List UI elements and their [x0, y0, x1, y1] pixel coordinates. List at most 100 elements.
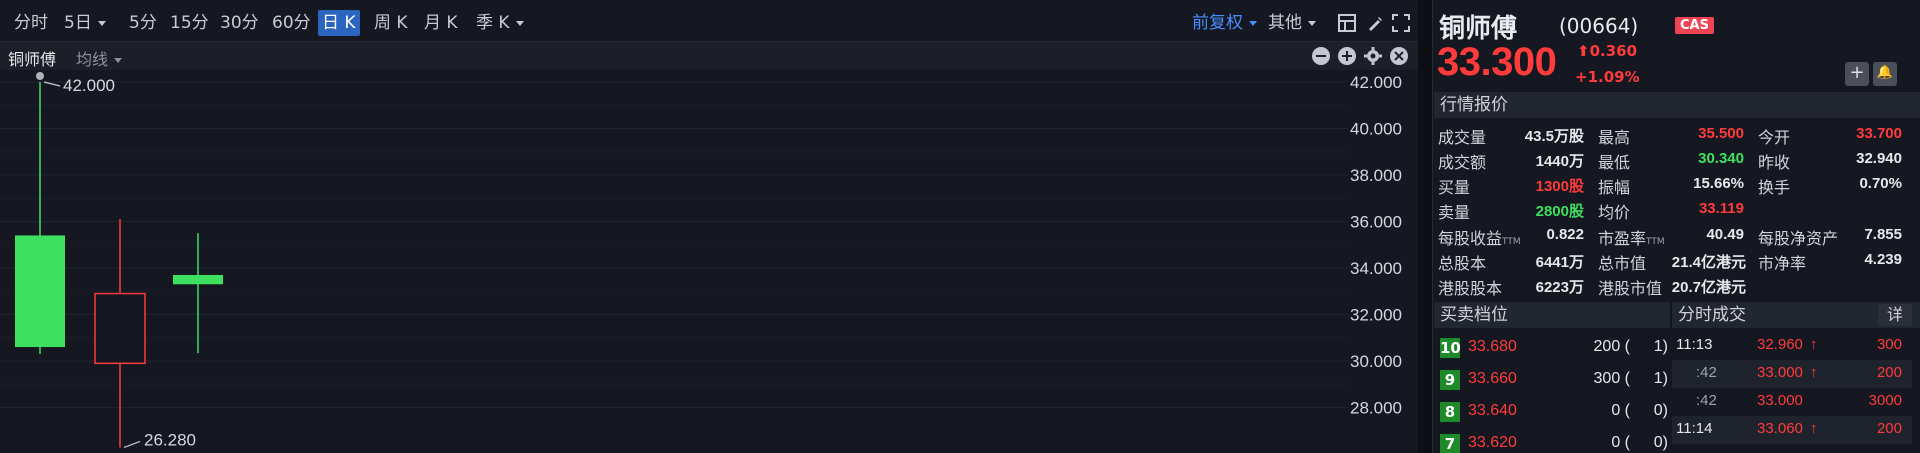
zoom-out-icon[interactable] [1312, 47, 1330, 65]
period-30min[interactable]: 30分 [216, 10, 263, 36]
bell-alert-icon[interactable]: 🔔 [1873, 62, 1897, 86]
y-tick-label: 38.000 [1350, 166, 1402, 185]
level-badge: 7 [1440, 434, 1460, 453]
quote-value: 21.4亿港元 [1671, 254, 1746, 271]
tick-price: 33.000 [1757, 364, 1803, 381]
quote-value: 1300股 [1535, 178, 1584, 195]
grid-layout-icon[interactable] [1338, 14, 1356, 32]
candlestick-chart: 42.000 40.000 38.000 36.000 34.000 32.000 30.0… [0, 72, 1402, 449]
period-toolbar: 分时 5日 5分 15分 30分 60分 日 K 周 K 月 K 季 K 前复权… [0, 0, 1418, 42]
gear-icon[interactable] [1364, 47, 1382, 65]
section-quote-header: 行情报价 [1434, 92, 1920, 118]
low-arrow [123, 440, 141, 449]
period-quarter-k[interactable]: 季 K [472, 10, 528, 36]
period-month-k[interactable]: 月 K [420, 10, 462, 36]
quote-value: 6441万 [1535, 254, 1584, 271]
quote-label: 成交量 [1438, 128, 1487, 147]
y-tick-label: 32.000 [1350, 306, 1402, 325]
tick-volume: 200 [1876, 420, 1902, 437]
arrow-up-icon: ⬆ [1577, 42, 1590, 60]
quote-value: 40.49 [1706, 226, 1744, 243]
y-tick-label: 28.000 [1350, 399, 1402, 418]
period-15min[interactable]: 15分 [166, 10, 213, 36]
quote-value: 15.66% [1693, 175, 1744, 192]
ask-price: 33.620 [1468, 434, 1517, 451]
chart-grid [0, 81, 1348, 408]
y-tick-label: 40.000 [1350, 120, 1402, 139]
ask-price: 33.660 [1468, 370, 1517, 387]
ask-price: 33.640 [1468, 402, 1517, 419]
quote-value: 33.119 [1698, 200, 1744, 217]
tick-price: 33.000 [1757, 392, 1803, 409]
change-amount: ⬆0.360 [1577, 42, 1638, 60]
tick-volume: 3000 [1868, 392, 1902, 409]
add-watchlist-button[interactable]: + [1845, 62, 1869, 86]
quote-label: 均价 [1598, 203, 1631, 222]
candle [94, 219, 146, 448]
period-week-k[interactable]: 周 K [370, 10, 412, 36]
quote-value: 33.700 [1856, 125, 1902, 142]
high-arrow [43, 81, 61, 87]
period-intraday[interactable]: 分时 [10, 10, 52, 36]
ask-count: 0) [1653, 402, 1668, 419]
quote-label: 最低 [1598, 153, 1631, 172]
change-percent: +1.09% [1575, 68, 1640, 86]
tick-time: 11:14 [1676, 420, 1713, 437]
ask-volume: 200 ( [1593, 338, 1630, 355]
quote-label: 总股本 [1438, 254, 1487, 273]
detail-button[interactable]: 详 [1878, 304, 1912, 326]
zoom-in-icon[interactable] [1338, 47, 1356, 65]
chevron-down-icon [515, 20, 524, 26]
period-60min[interactable]: 60分 [268, 10, 315, 36]
y-axis: 42.000 40.000 38.000 36.000 34.000 32.000 30.0… [1350, 73, 1402, 418]
tick-price: 33.060 [1757, 420, 1803, 437]
high-annotation: 42.000 [63, 76, 115, 95]
quote-label: 最高 [1598, 128, 1631, 147]
quote-value: 0.822 [1546, 226, 1584, 243]
arrow-up-icon: ↑ [1810, 364, 1818, 381]
quote-value: 1440万 [1535, 153, 1584, 170]
ask-count: 1) [1653, 370, 1668, 387]
ask-volume: 300 ( [1593, 370, 1630, 387]
level-badge: 9 [1440, 370, 1460, 390]
quote-value: 0.70% [1859, 175, 1902, 192]
candle [15, 82, 65, 355]
period-day-k[interactable]: 日 K [318, 10, 360, 36]
ask-volume: 0 ( [1611, 434, 1630, 451]
candle-body [173, 274, 223, 285]
y-tick-label: 34.000 [1350, 259, 1402, 278]
tick-time: :42 [1696, 392, 1717, 409]
y-tick-label: 30.000 [1350, 352, 1402, 371]
cas-badge: CAS [1675, 17, 1714, 34]
panel-divider[interactable] [1418, 0, 1432, 453]
period-5day[interactable]: 5日 [60, 10, 110, 36]
tick-volume: 200 [1876, 364, 1902, 381]
fullscreen-icon[interactable] [1392, 14, 1410, 32]
other-dropdown[interactable]: 其他 [1268, 10, 1316, 36]
chart-panel: 分时 5日 5分 15分 30分 60分 日 K 周 K 月 K 季 K 前复权… [0, 0, 1418, 453]
quote-label: 换手 [1758, 178, 1791, 197]
ask-volume: 0 ( [1611, 402, 1630, 419]
quote-value: 43.5万股 [1524, 128, 1584, 145]
ticks-title: 分时成交 [1678, 305, 1746, 325]
quote-value: 30.340 [1698, 150, 1744, 167]
level-badge: 8 [1440, 402, 1460, 422]
close-icon[interactable] [1390, 47, 1408, 65]
chevron-down-icon [1249, 20, 1257, 26]
ask-price: 33.680 [1468, 338, 1517, 355]
arrow-up-icon: ↑ [1810, 420, 1818, 437]
tick-time: :42 [1696, 364, 1717, 381]
quote-label: 成交额 [1438, 153, 1487, 172]
pen-draw-icon[interactable] [1366, 14, 1384, 32]
quote-label: 总市值 [1598, 254, 1647, 273]
section-orderbook-header: 买卖档位 [1434, 302, 1670, 328]
quote-value: 4.239 [1864, 251, 1902, 268]
adjust-dropdown[interactable]: 前复权 [1192, 10, 1257, 36]
ma-dropdown[interactable]: 均线 [76, 46, 123, 70]
ask-count: 0) [1653, 434, 1668, 451]
chevron-down-icon [97, 20, 106, 26]
y-tick-label: 36.000 [1350, 213, 1402, 232]
period-5min[interactable]: 5分 [125, 10, 161, 36]
stock-code: (00664) [1559, 14, 1639, 38]
quote-value: 2800股 [1535, 203, 1584, 220]
